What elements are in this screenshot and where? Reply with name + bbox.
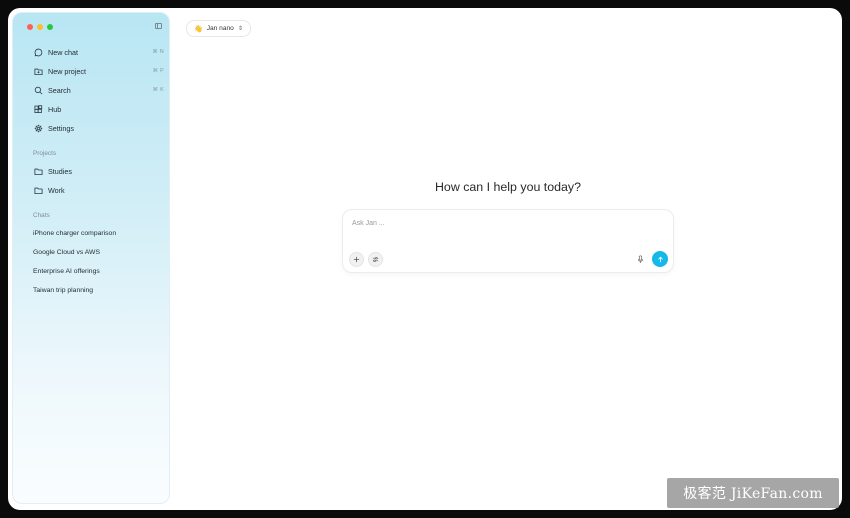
microphone-icon — [637, 254, 643, 263]
minimize-window-button[interactable] — [37, 24, 43, 30]
sidebar-item-label: Hub — [48, 104, 62, 114]
sliders-icon — [372, 257, 379, 262]
blocks-icon — [33, 104, 43, 114]
project-item-studies[interactable]: Studies — [33, 163, 168, 179]
app-window: New chat ⌘ N New project ⌘ P Search ⌘ K … — [8, 8, 842, 510]
project-item-label: Work — [48, 185, 65, 195]
project-item-work[interactable]: Work — [33, 182, 168, 198]
search-icon — [33, 85, 43, 95]
projects-section-title: Projects — [33, 150, 57, 157]
shortcut-hint: ⌘ P — [152, 68, 164, 74]
maximize-window-button[interactable] — [47, 24, 53, 30]
model-name: Jan nano — [206, 25, 234, 32]
sidebar-item-search[interactable]: Search ⌘ K — [33, 82, 168, 98]
shortcut-hint: ⌘ N — [152, 49, 164, 55]
sidebar-item-new-project[interactable]: New project ⌘ P — [33, 63, 168, 79]
sidebar: New chat ⌘ N New project ⌘ P Search ⌘ K … — [12, 12, 170, 504]
message-circle-icon — [33, 47, 43, 57]
model-selector[interactable]: 👋 Jan nano ⇕ — [186, 20, 251, 37]
window-controls — [27, 24, 53, 30]
sidebar-item-label: New chat — [48, 47, 78, 57]
sidebar-item-label: Search — [48, 85, 71, 95]
plus-icon — [353, 256, 360, 263]
sidebar-item-label: New project — [48, 66, 86, 76]
folder-icon — [33, 166, 43, 176]
chat-composer — [342, 209, 674, 273]
folder-plus-icon — [33, 66, 43, 76]
sidebar-toggle-icon[interactable] — [155, 23, 162, 29]
send-button[interactable] — [652, 251, 668, 267]
project-item-label: Studies — [48, 166, 72, 176]
gear-icon — [33, 123, 43, 133]
arrow-up-icon — [657, 256, 663, 262]
chat-item[interactable]: Google Cloud vs AWS — [33, 249, 100, 256]
sidebar-item-new-chat[interactable]: New chat ⌘ N — [33, 44, 168, 60]
attach-button[interactable] — [349, 252, 364, 267]
chat-item[interactable]: Taiwan trip planning — [33, 287, 93, 294]
sidebar-item-hub[interactable]: Hub — [33, 101, 168, 117]
chat-input[interactable] — [352, 220, 652, 227]
sidebar-item-label: Settings — [48, 123, 74, 133]
mic-button[interactable] — [635, 254, 645, 264]
folder-icon — [33, 185, 43, 195]
chevrons-up-down-icon: ⇕ — [237, 26, 243, 32]
shortcut-hint: ⌘ K — [152, 87, 164, 93]
page-title: How can I help you today? — [434, 180, 582, 194]
chats-section-title: Chats — [33, 212, 50, 219]
chat-item[interactable]: iPhone charger comparison — [33, 230, 116, 237]
chat-item[interactable]: Enterprise AI offerings — [33, 268, 100, 275]
close-window-button[interactable] — [27, 24, 33, 30]
tools-button[interactable] — [368, 252, 383, 267]
watermark: 极客范 JiKeFan.com — [667, 478, 839, 508]
waving-hand-icon: 👋 — [194, 25, 203, 33]
sidebar-item-settings[interactable]: Settings — [33, 120, 168, 136]
